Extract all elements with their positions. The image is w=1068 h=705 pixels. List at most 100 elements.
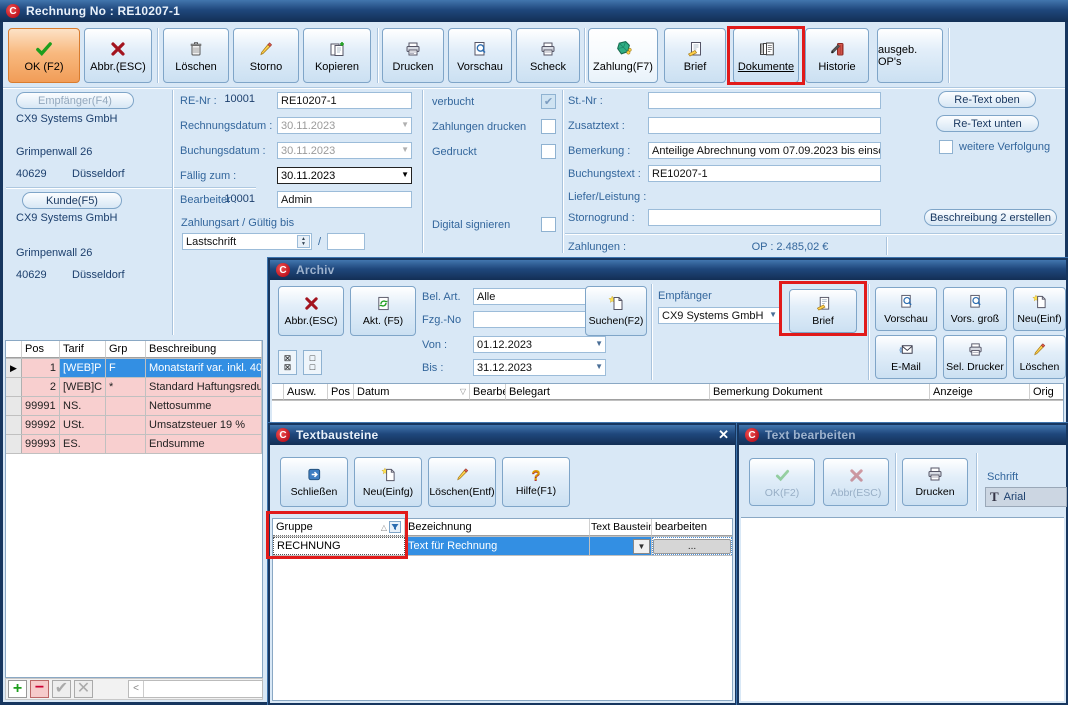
rechnungsdatum-select[interactable]: 30.11.2023▼ [277,117,412,134]
col-anzeige[interactable]: Anzeige [930,384,1030,400]
brief-button[interactable]: Brief [664,28,726,83]
table-row[interactable]: ▶ 1 [WEB]P F Monatstarif var. inkl. 4000 [6,359,262,378]
archiv-refresh-button[interactable]: Akt. (F5) [350,286,416,336]
text-baustein-cell[interactable]: ▼ [590,537,652,555]
select-all-button[interactable]: ⊠⊠ [278,350,297,375]
col-pos[interactable]: Pos [22,341,60,358]
close-icon[interactable]: ✕ [718,427,729,443]
eraser-pencil-icon [455,467,470,485]
re-text-unten-button[interactable]: Re-Text unten [936,115,1039,132]
stornogrund-label: Stornogrund : [568,212,635,224]
col-bearbeiten[interactable]: bearbeiten [652,519,732,536]
schliessen-button[interactable]: Schließen [280,457,348,507]
close-arrow-icon [307,467,322,485]
col-pos[interactable]: Pos [328,384,354,400]
confirm-row-button[interactable]: ✔ [52,680,71,698]
bearbeiten-ellipsis-button[interactable]: ... [653,539,731,554]
textbausteine-titlebar[interactable]: C Textbausteine ✕ [270,425,735,445]
table-row[interactable]: 99991 NS. Nettosumme [6,397,262,416]
col-tarif[interactable]: Tarif [60,341,106,358]
text-bearbeiten-titlebar[interactable]: C Text bearbeiten [739,425,1066,445]
cancel-row-button[interactable]: ✕ [74,680,93,698]
gueltig-bis-input[interactable] [327,233,365,250]
col-text-baustein[interactable]: Text Baustein [590,519,652,536]
refresh-doc-icon [376,296,391,314]
annotation-box-gruppe [266,511,408,559]
col-grp[interactable]: Grp [106,341,146,358]
suchen-button[interactable]: Suchen(F2) [585,286,647,336]
faellig-select[interactable]: 30.11.2023▼ [277,167,412,184]
scheck-button[interactable]: Scheck [516,28,580,83]
tb-neu-button[interactable]: Neu(Einfg) [354,457,422,507]
archiv-neu-button[interactable]: Neu(Einf) [1013,287,1066,331]
archiv-vorschau-gross-button[interactable]: Vors. groß [943,287,1007,331]
re-nr-input[interactable]: RE10207-1 [277,92,412,109]
table-row[interactable]: 99992 USt. Umsatzsteuer 19 % [6,416,262,435]
col-datum[interactable]: Datum▽ [354,384,470,400]
bearbeiter-input[interactable]: Admin [277,191,412,208]
spinner-icon[interactable]: ▲▼ [297,235,310,248]
buchungstext-input[interactable]: RE10207-1 [648,165,881,182]
gueltig-separator: / [318,236,321,248]
table-row[interactable]: 99993 ES. Endsumme [6,435,262,454]
von-date-select[interactable]: 01.12.2023▼ [473,336,606,353]
loeschen-button[interactable]: Löschen [163,28,229,83]
buchungstext-label: Buchungstext : [568,168,641,180]
zahlung-button[interactable]: Zahlung(F7) [588,28,658,83]
archiv-titlebar[interactable]: C Archiv [270,260,1066,280]
chevron-down-icon[interactable]: ▼ [633,539,650,554]
storno-button[interactable]: Storno [233,28,299,83]
ok-button[interactable]: OK (F2) [8,28,80,83]
archiv-abort-button[interactable]: Abbr.(ESC) [278,286,344,336]
delete-row-button[interactable]: − [30,680,49,698]
archiv-vorschau-button[interactable]: Vorschau [875,287,937,331]
digital-signieren-checkbox[interactable] [541,217,556,232]
vorschau-button[interactable]: Vorschau [448,28,512,83]
hilfe-button[interactable]: ? Hilfe(F1) [502,457,570,507]
bemerkung-input[interactable]: Anteilige Abrechnung vom 07.09.2023 bis … [648,142,881,159]
stornogrund-input[interactable] [648,209,881,226]
kunde-button[interactable]: Kunde(F5) [22,192,122,209]
scroll-left-icon[interactable]: < [129,681,144,697]
abort-button[interactable]: Abbr.(ESC) [84,28,152,83]
archiv-empfaenger-select[interactable]: CX9 Systems GmbH▼ [658,307,780,324]
drucken-button[interactable]: Drucken [382,28,444,83]
historie-button[interactable]: Historie [805,28,869,83]
beschreibung2-button[interactable]: Beschreibung 2 erstellen [924,209,1057,226]
font-select[interactable]: T Arial [985,487,1067,507]
col-bezeichnung[interactable]: Bezeichnung [405,519,590,536]
gedruckt-checkbox[interactable] [541,144,556,159]
rechnung-titlebar[interactable]: C Rechnung No : RE10207-1 [0,0,1068,22]
archiv-loeschen-button[interactable]: Löschen [1013,335,1066,379]
add-row-button[interactable]: + [8,680,27,698]
deselect-all-button[interactable]: □□ [303,350,322,375]
archiv-email-button[interactable]: E-Mail [875,335,937,379]
col-beschreibung[interactable]: Beschreibung [146,341,262,358]
tb-ok-button[interactable]: OK(F2) [749,458,815,506]
zahlungen-drucken-checkbox[interactable] [541,119,556,134]
col-orig[interactable]: Orig [1030,384,1063,400]
text-editor-area[interactable] [741,517,1064,701]
weitere-verfolgung-checkbox[interactable] [939,140,953,154]
tb-abort-button[interactable]: Abbr(ESC) [823,458,889,506]
horizontal-scrollbar[interactable]: < [128,680,263,698]
bis-date-select[interactable]: 31.12.2023▼ [473,359,606,376]
tb-drucken-button[interactable]: Drucken [902,458,968,506]
window-border [0,0,3,705]
col-ausw[interactable]: Ausw. [284,384,328,400]
col-bemerkung[interactable]: Bemerkung Dokument [710,384,930,400]
st-nr-input[interactable] [648,92,881,109]
table-row[interactable]: 2 [WEB]C * Standard Haftungsreduzie [6,378,262,397]
zusatztext-input[interactable] [648,117,881,134]
col-bearbeiter[interactable]: Bearbe [470,384,506,400]
archiv-sel-drucker-button[interactable]: Sel. Drucker [943,335,1007,379]
col-belegart[interactable]: Belegart [506,384,710,400]
verbucht-checkbox[interactable]: ✔ [541,94,556,109]
buchungsdatum-select[interactable]: 30.11.2023▼ [277,142,412,159]
ausgeb-ops-button[interactable]: ausgeb. OP's [877,28,943,83]
kopieren-button[interactable]: Kopieren [303,28,371,83]
re-text-oben-button[interactable]: Re-Text oben [938,91,1036,108]
empfaenger-button[interactable]: Empfänger(F4) [16,92,134,109]
tb-loeschen-button[interactable]: Löschen(Entf) [428,457,496,507]
zahlungsart-select[interactable]: Lastschrift ▲▼ [182,233,312,250]
